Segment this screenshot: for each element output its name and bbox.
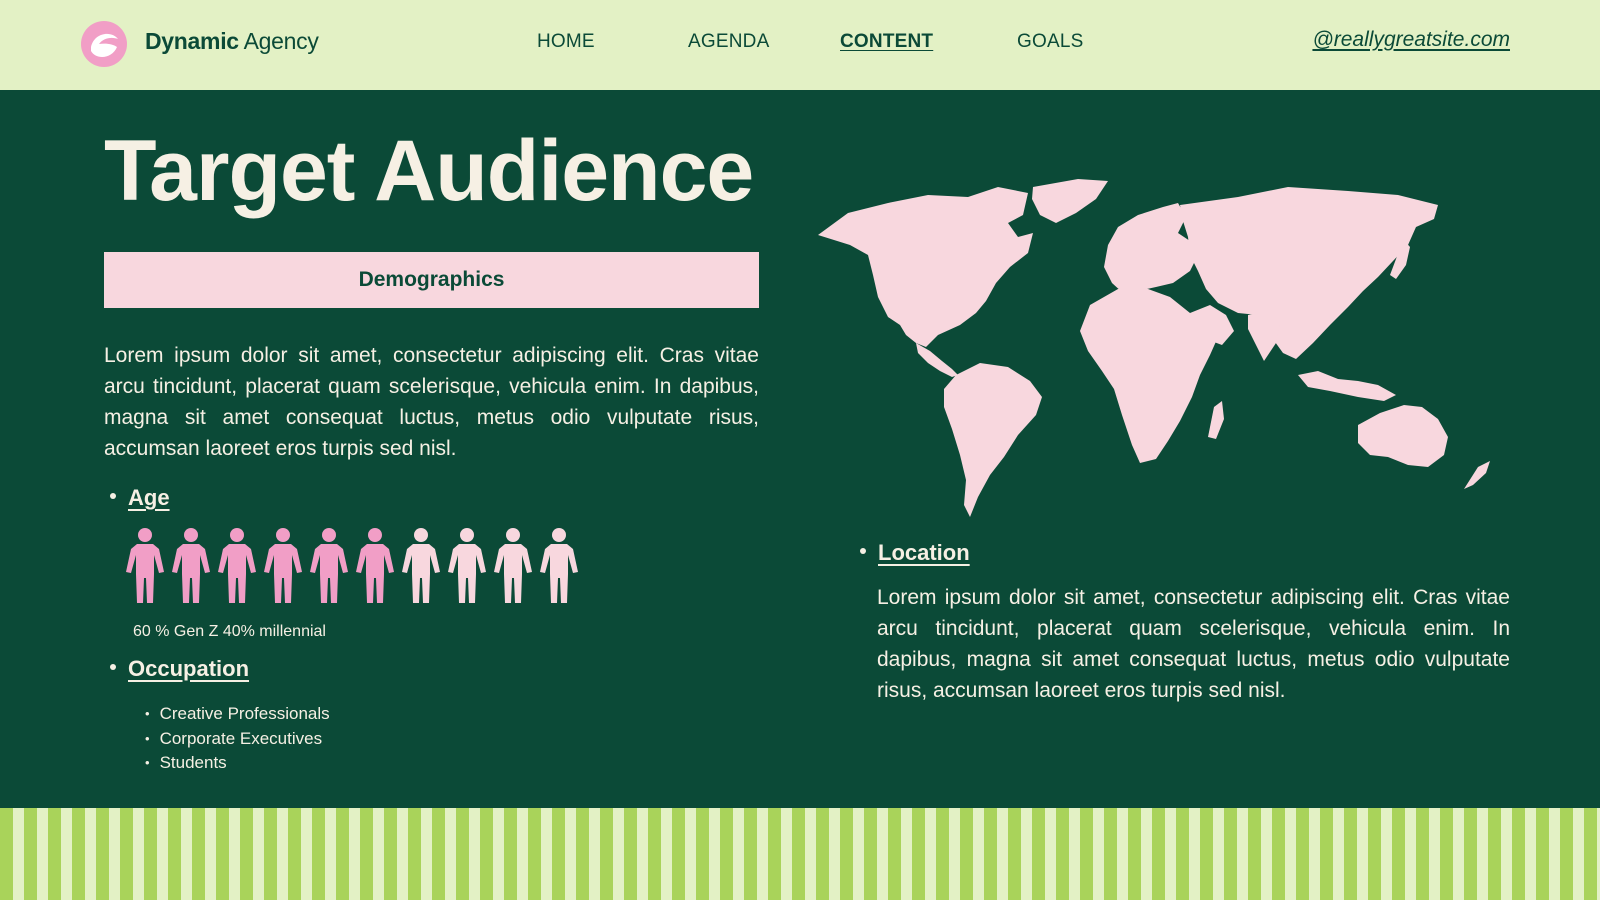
demographics-banner: Demographics: [104, 252, 759, 308]
new-zealand-shape: [1464, 461, 1490, 489]
page-title: Target Audience: [104, 123, 754, 219]
person-icon: [126, 528, 164, 603]
person-icon: [172, 528, 210, 603]
australia-shape: [1358, 405, 1448, 467]
age-heading: Age: [110, 485, 170, 511]
occupation-list: Creative Professionals Corporate Executi…: [145, 702, 330, 776]
brand-light: Agency: [243, 28, 319, 54]
brand-bold: Dynamic: [145, 28, 239, 54]
greenland-shape: [1032, 179, 1108, 223]
age-label: Age: [128, 485, 170, 510]
madagascar-shape: [1208, 401, 1224, 439]
person-icon: [356, 528, 394, 603]
occupation-item: Students: [145, 751, 330, 776]
striped-footer: [0, 808, 1600, 900]
southeast-asia-shape: [1298, 371, 1396, 401]
occupation-heading: Occupation: [110, 656, 249, 682]
bullet-dot: [110, 493, 116, 500]
person-icon: [494, 528, 532, 603]
south-america-shape: [944, 363, 1042, 517]
nav-content[interactable]: CONTENT: [840, 31, 933, 53]
location-label: Location: [878, 540, 970, 565]
website-link[interactable]: @reallygreatsite.com: [1312, 28, 1510, 52]
person-icon: [540, 528, 578, 603]
location-paragraph: Lorem ipsum dolor sit amet, consectetur …: [877, 586, 1510, 702]
person-icon: [218, 528, 256, 603]
top-nav-bar: Dynamic Agency HOME AGENDA CONTENT GOALS…: [0, 0, 1600, 90]
occupation-item: Creative Professionals: [145, 702, 330, 727]
logo-icon[interactable]: [80, 20, 128, 68]
bullet-dot: [860, 548, 866, 555]
intro-paragraph: Lorem ipsum dolor sit amet, consectetur …: [104, 344, 759, 460]
nav-goals[interactable]: GOALS: [1017, 31, 1083, 53]
age-pictogram: [126, 528, 578, 603]
occupation-item: Corporate Executives: [145, 727, 330, 752]
person-icon: [264, 528, 302, 603]
person-icon: [448, 528, 486, 603]
north-america-shape: [818, 187, 1033, 347]
age-caption: 60 % Gen Z 40% millennial: [133, 623, 326, 640]
person-icon: [402, 528, 440, 603]
occupation-label: Occupation: [128, 656, 250, 681]
bullet-dot: [110, 664, 116, 671]
nav-home[interactable]: HOME: [537, 31, 595, 53]
central-america-shape: [916, 343, 958, 377]
world-map: [818, 179, 1490, 517]
person-icon: [310, 528, 348, 603]
location-heading: Location: [860, 540, 970, 566]
brand-name[interactable]: Dynamic Agency: [145, 28, 319, 55]
nav-agenda[interactable]: AGENDA: [688, 31, 769, 53]
